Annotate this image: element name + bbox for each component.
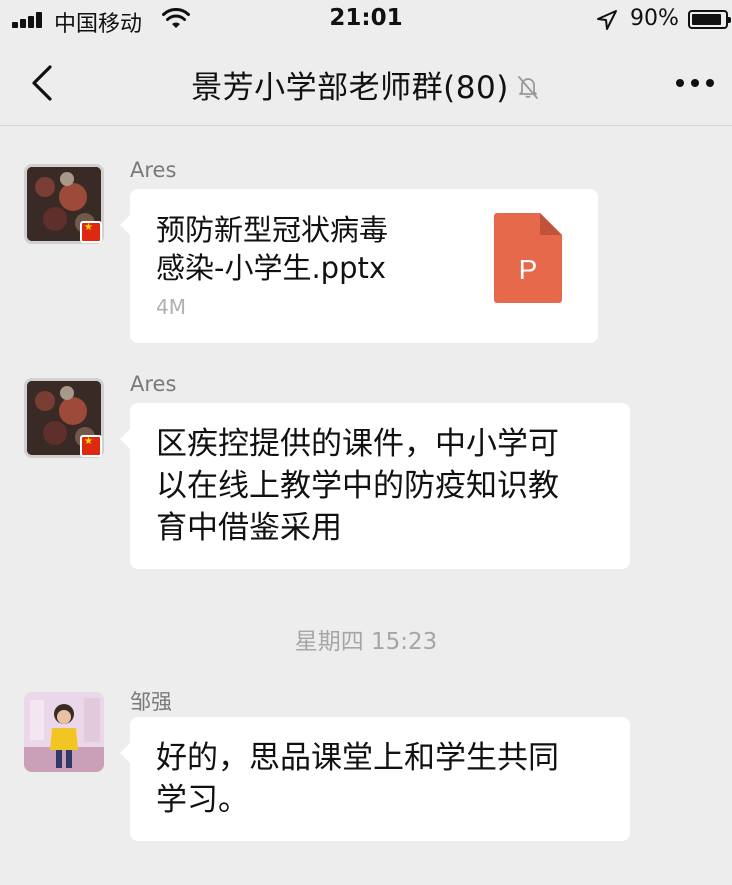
sender-name: Ares [130,158,177,182]
chat-timestamp: 星期四 15:23 [294,629,438,655]
message-line: 区疾控提供的课件，中小学可 [156,426,559,462]
file-name-line2: 感染-小学生.pptx [156,251,387,285]
battery-icon [688,10,731,29]
message-line: 以在线上教学中的防疫知识教 [156,468,559,504]
avatar-image [24,692,104,772]
more-options-icon[interactable] [676,79,716,89]
message-line: 好的，思品课堂上和学生共同 [156,740,559,776]
avatar-zouqiang[interactable] [24,692,104,772]
message-line: 学习。 [156,782,249,818]
status-time: 21:01 [329,5,403,31]
message-line: 育中借鉴采用 [156,510,342,546]
text-message-bubble[interactable]: 好的，思品课堂上和学生共同 学习。 [120,717,630,841]
file-icon-letter: P [519,254,538,285]
file-message-bubble[interactable]: 预防新型冠状病毒 感染-小学生.pptx 4M P [120,189,598,343]
status-bar: 中国移动 21:01 90% [0,0,732,40]
chat-title: 景芳小学部老师群(80) [191,70,509,106]
bell-muted-icon [517,76,538,99]
sender-name: 邹强 [130,690,172,714]
text-message-bubble[interactable]: 区疾控提供的课件，中小学可 以在线上教学中的防疫知识教 育中借鉴采用 [120,403,630,569]
file-size: 4M [156,295,186,319]
file-name-line1: 预防新型冠状病毒 [156,213,389,247]
pptx-file-icon: P [494,213,562,303]
sender-name: Ares [130,372,177,396]
flag-badge-icon [80,435,102,457]
battery-percentage: 90% [630,6,679,31]
navigation-bar: 景芳小学部老师群(80) [0,40,732,126]
flag-badge-icon [80,221,102,243]
location-arrow-icon [597,10,617,30]
chat-title-container[interactable]: 景芳小学部老师群(80) [0,62,732,107]
